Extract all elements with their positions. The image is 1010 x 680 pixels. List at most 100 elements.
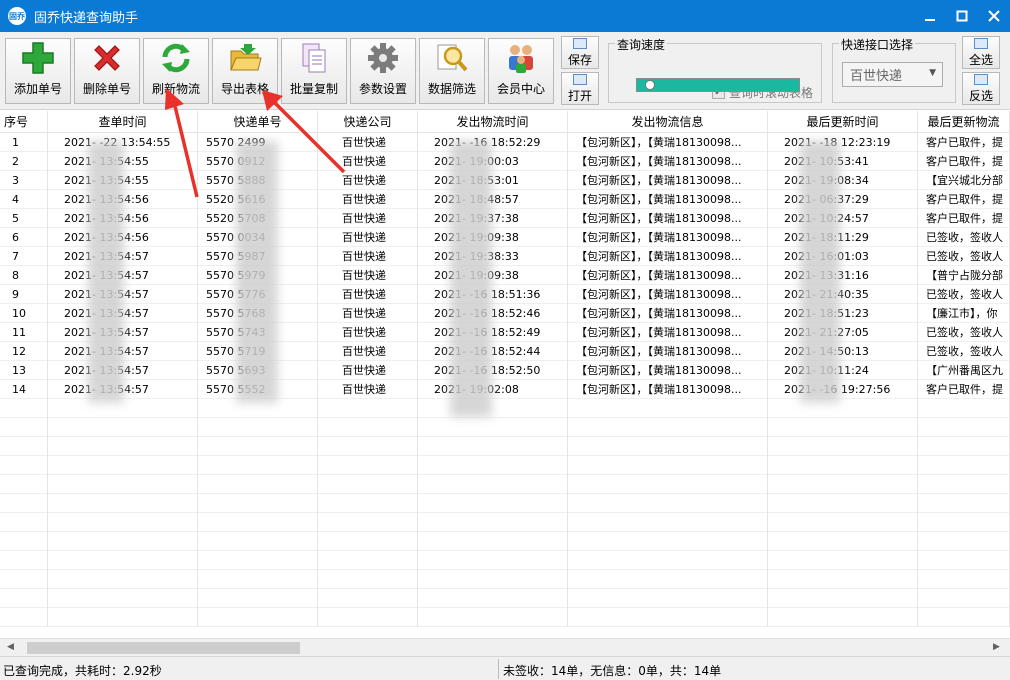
delete-number-button[interactable]: 删除单号 xyxy=(74,38,140,104)
member-center-button[interactable]: 会员中心 xyxy=(488,38,554,104)
batch-copy-button[interactable]: 批量复制 xyxy=(281,38,347,104)
table-row[interactable]: 132021- 13:54:575570 5693百世快递2021- -16 1… xyxy=(0,361,1010,380)
table-cell: 6 xyxy=(0,228,48,247)
column-header[interactable]: 快递公司 xyxy=(318,111,418,133)
table-cell: 2021- 06:37:29 xyxy=(768,190,918,209)
courier-select[interactable]: 百世快递 ▼ xyxy=(842,62,943,87)
select-all-icon xyxy=(974,37,988,49)
table-row[interactable]: 142021- 13:54:575570 5552百世快递2021- 19:02… xyxy=(0,380,1010,399)
maximize-icon[interactable] xyxy=(946,0,978,32)
scroll-left-icon[interactable]: ◀ xyxy=(7,642,14,652)
horizontal-scrollbar[interactable]: ◀ ▶ xyxy=(0,638,1010,656)
table-cell: 2021- 19:09:38 xyxy=(418,266,568,285)
table-cell: 【普宁占陇分部 xyxy=(918,266,1010,285)
table-cell: 3 xyxy=(0,171,48,190)
table-cell: 客户已取件，提 xyxy=(918,152,1010,171)
table-row[interactable]: 42021- 13:54:565520 5616百世快递2021- 18:48:… xyxy=(0,190,1010,209)
table-row[interactable]: 72021- 13:54:575570 5987百世快递2021- 19:38:… xyxy=(0,247,1010,266)
refresh-icon xyxy=(158,41,194,75)
table-cell: 1 xyxy=(0,133,48,152)
data-filter-button[interactable]: 数据筛选 xyxy=(419,38,485,104)
table-cell: 【包河新区】，【黄瑞18130098... xyxy=(568,152,768,171)
table-cell: 2 xyxy=(0,152,48,171)
column-header[interactable]: 发出物流时间 xyxy=(418,111,568,133)
table-cell: 【包河新区】，【黄瑞18130098... xyxy=(568,133,768,152)
scrollbar-thumb[interactable] xyxy=(27,642,300,654)
table-cell: 4 xyxy=(0,190,48,209)
query-speed-slider[interactable] xyxy=(636,78,800,92)
table-cell: 2021- -16 18:52:29 xyxy=(418,133,568,152)
open-button[interactable]: 打开 xyxy=(561,72,599,105)
export-table-button[interactable]: 导出表格 xyxy=(212,38,278,104)
table-cell: 5 xyxy=(0,209,48,228)
table-row[interactable]: 22021- 13:54:555570 0912百世快递2021- 19:00:… xyxy=(0,152,1010,171)
table-cell: 8 xyxy=(0,266,48,285)
table-row[interactable]: 32021- 13:54:555570 5888百世快递2021- 18:53:… xyxy=(0,171,1010,190)
query-speed-title: 查询速度 xyxy=(615,36,668,53)
column-header[interactable]: 序号 xyxy=(0,111,48,133)
table-cell: 【包河新区】，【黄瑞18130098... xyxy=(568,323,768,342)
table-row[interactable]: 82021- 13:54:575570 5979百世快递2021- 19:09:… xyxy=(0,266,1010,285)
table-cell: 【包河新区】，【黄瑞18130098... xyxy=(568,342,768,361)
chevron-down-icon: ▼ xyxy=(929,68,936,78)
title-bar: 固乔 固乔快递查询助手 xyxy=(0,0,1010,32)
table-cell: 已签收，签收人 xyxy=(918,247,1010,266)
column-header[interactable]: 快递单号 xyxy=(198,111,318,133)
slider-thumb[interactable] xyxy=(645,80,655,90)
column-header[interactable]: 最后更新物流 xyxy=(918,111,1010,133)
table-row[interactable]: 122021- 13:54:575570 5719百世快递2021- -16 1… xyxy=(0,342,1010,361)
close-icon[interactable] xyxy=(978,0,1010,32)
minimize-icon[interactable] xyxy=(914,0,946,32)
table-row[interactable]: 12021- -22 13:54:555570 2499百世快递2021- -1… xyxy=(0,133,1010,152)
table-cell: 10 xyxy=(0,304,48,323)
table-cell: 2021- 18:48:57 xyxy=(418,190,568,209)
save-button[interactable]: 保存 xyxy=(561,36,599,69)
table-cell: 百世快递 xyxy=(318,209,418,228)
column-header[interactable]: 查单时间 xyxy=(48,111,198,133)
status-divider xyxy=(498,659,499,679)
table-row[interactable]: 52021- 13:54:565520 5708百世快递2021- 19:37:… xyxy=(0,209,1010,228)
table-cell: 百世快递 xyxy=(318,323,418,342)
add-number-button[interactable]: 添加单号 xyxy=(5,38,71,104)
table-row[interactable]: 92021- 13:54:575570 5776百世快递2021- -16 18… xyxy=(0,285,1010,304)
table-cell: 2021- 14:50:13 xyxy=(768,342,918,361)
table-cell: 2021- 19:08:34 xyxy=(768,171,918,190)
folder-export-icon xyxy=(227,41,263,75)
invert-selection-button[interactable]: 反选 xyxy=(962,72,1000,105)
privacy-blur xyxy=(800,141,840,403)
table-cell: 11 xyxy=(0,323,48,342)
table-cell: 客户已取件，提 xyxy=(918,380,1010,399)
column-header[interactable]: 最后更新时间 xyxy=(768,111,918,133)
slider-fill xyxy=(637,79,799,91)
table-cell: 2021- 19:02:08 xyxy=(418,380,568,399)
table-cell: 【包河新区】，【黄瑞18130098... xyxy=(568,190,768,209)
table-row[interactable]: 62021- 13:54:565570 0034百世快递2021- 19:09:… xyxy=(0,228,1010,247)
table-cell: 客户已取件，提 xyxy=(918,209,1010,228)
table-cell: 百世快递 xyxy=(318,171,418,190)
table-cell: 【包河新区】，【黄瑞18130098... xyxy=(568,361,768,380)
parameter-settings-button[interactable]: 参数设置 xyxy=(350,38,416,104)
privacy-blur xyxy=(88,141,124,403)
select-all-button[interactable]: 全选 xyxy=(962,36,1000,69)
table-cell: 百世快递 xyxy=(318,361,418,380)
table-cell: 2021- -16 18:51:36 xyxy=(418,285,568,304)
table-cell: 2021- 13:31:16 xyxy=(768,266,918,285)
table-cell: 百世快递 xyxy=(318,285,418,304)
scroll-right-icon[interactable]: ▶ xyxy=(993,642,1000,652)
table-cell: 百世快递 xyxy=(318,380,418,399)
table-cell: 2021- -16 18:52:44 xyxy=(418,342,568,361)
table-row[interactable]: 112021- 13:54:575570 5743百世快递2021- -16 1… xyxy=(0,323,1010,342)
table-cell: 2021- 16:01:03 xyxy=(768,247,918,266)
invert-selection-icon xyxy=(974,73,988,85)
table-cell: 【包河新区】，【黄瑞18130098... xyxy=(568,247,768,266)
table-row[interactable]: 102021- 13:54:575570 5768百世快递2021- -16 1… xyxy=(0,304,1010,323)
open-icon xyxy=(573,73,587,85)
table-cell: 【包河新区】，【黄瑞18130098... xyxy=(568,171,768,190)
table-cell: 客户已取件，提 xyxy=(918,190,1010,209)
table-cell: 已签收，签收人 xyxy=(918,342,1010,361)
table-cell: 2021- 21:40:35 xyxy=(768,285,918,304)
table-cell: 2021- 19:09:38 xyxy=(418,228,568,247)
column-header[interactable]: 发出物流信息 xyxy=(568,111,768,133)
gear-icon xyxy=(365,41,401,75)
refresh-logistics-button[interactable]: 刷新物流 xyxy=(143,38,209,104)
